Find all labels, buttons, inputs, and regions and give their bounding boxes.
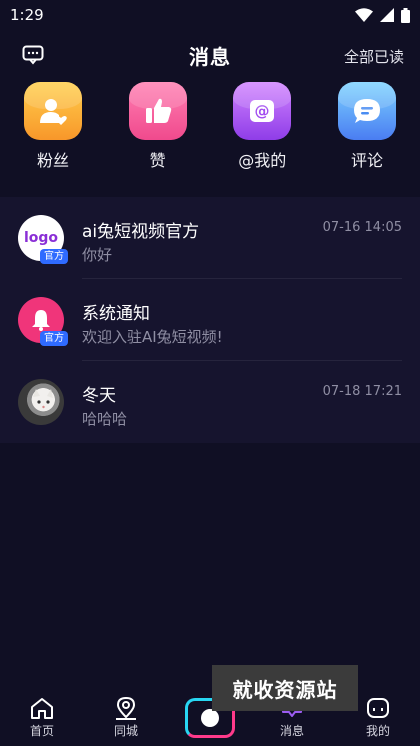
watermark-label: 就收资源站 bbox=[212, 665, 358, 711]
message-name: 系统通知 bbox=[82, 304, 150, 324]
at-sign-icon: @ bbox=[250, 100, 275, 122]
profile-icon bbox=[367, 698, 389, 718]
message-list: logo 官方 ai兔短视频官方 你好 07-16 14:05 官方 系统通知 … bbox=[0, 197, 420, 443]
mentions-tile[interactable]: @ bbox=[233, 82, 292, 140]
bell-icon bbox=[32, 310, 50, 331]
nav-messages-label: 消息 bbox=[279, 724, 304, 738]
message-time: 07-16 14:05 bbox=[322, 220, 402, 235]
category-mentions[interactable]: @ @我的 bbox=[222, 82, 302, 182]
record-dot-icon bbox=[201, 709, 219, 727]
category-comments[interactable]: 评论 bbox=[327, 82, 407, 182]
category-mentions-label: @我的 bbox=[238, 151, 287, 170]
message-name: 冬天 bbox=[82, 386, 116, 406]
list-item[interactable]: 冬天 哈哈哈 07-18 17:21 bbox=[0, 361, 420, 443]
status-bar: 1:29 bbox=[0, 0, 420, 30]
person-heart-icon bbox=[40, 99, 67, 125]
message-name: ai兔短视频官方 bbox=[82, 222, 200, 242]
likes-tile[interactable] bbox=[128, 82, 187, 140]
header: 消息 全部已读 bbox=[0, 30, 420, 80]
logo-text: logo bbox=[23, 230, 59, 246]
nav-mine-label: 我的 bbox=[365, 724, 390, 738]
page-title: 消息 bbox=[189, 44, 231, 69]
category-likes-label: 赞 bbox=[149, 151, 166, 170]
message-preview: 哈哈哈 bbox=[82, 410, 128, 428]
message-time: 07-18 17:21 bbox=[322, 384, 402, 399]
official-badge: 官方 bbox=[40, 249, 68, 264]
category-shortcuts: 粉丝 赞 @ @我的 评论 bbox=[0, 82, 420, 182]
mark-all-read-button[interactable]: 全部已读 bbox=[344, 46, 404, 67]
status-time: 1:29 bbox=[10, 6, 44, 24]
message-preview: 欢迎入驻AI兔短视频! bbox=[82, 328, 223, 346]
nav-home[interactable]: 首页 bbox=[12, 696, 72, 739]
battery-icon bbox=[401, 7, 410, 23]
list-item[interactable]: 官方 系统通知 欢迎入驻AI兔短视频! bbox=[0, 279, 420, 361]
category-likes[interactable]: 赞 bbox=[118, 82, 198, 182]
nav-home-label: 首页 bbox=[29, 724, 54, 738]
avatar: logo 官方 bbox=[18, 215, 68, 264]
location-pin-icon bbox=[116, 696, 136, 720]
nav-nearby-label: 同城 bbox=[113, 724, 138, 738]
fans-tile[interactable] bbox=[24, 82, 82, 140]
thumbs-up-icon bbox=[145, 98, 171, 123]
comment-icon bbox=[353, 99, 380, 123]
category-fans-label: 粉丝 bbox=[36, 151, 69, 170]
list-item[interactable]: logo 官方 ai兔短视频官方 你好 07-16 14:05 bbox=[0, 197, 420, 279]
status-icons bbox=[355, 7, 410, 23]
svg-text:@: @ bbox=[255, 102, 270, 120]
nav-nearby[interactable]: 同城 bbox=[96, 696, 156, 739]
avatar bbox=[18, 379, 64, 425]
signal-icon bbox=[380, 8, 394, 22]
cat-photo bbox=[33, 389, 53, 409]
category-fans[interactable]: 粉丝 bbox=[13, 82, 93, 182]
avatar: 官方 bbox=[18, 297, 68, 346]
chat-icon[interactable] bbox=[22, 45, 44, 65]
category-comments-label: 评论 bbox=[350, 151, 383, 170]
wifi-icon bbox=[355, 8, 373, 22]
comments-tile[interactable] bbox=[337, 82, 396, 140]
official-badge: 官方 bbox=[40, 331, 68, 346]
home-icon bbox=[31, 698, 53, 719]
message-preview: 你好 bbox=[82, 246, 113, 264]
